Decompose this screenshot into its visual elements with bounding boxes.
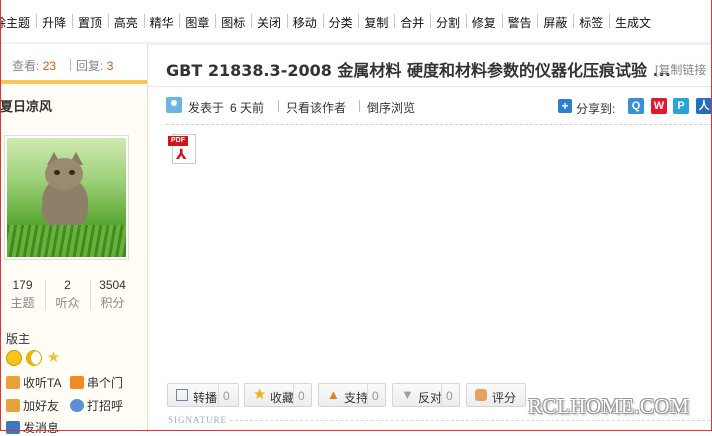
window-frame [0, 0, 712, 431]
